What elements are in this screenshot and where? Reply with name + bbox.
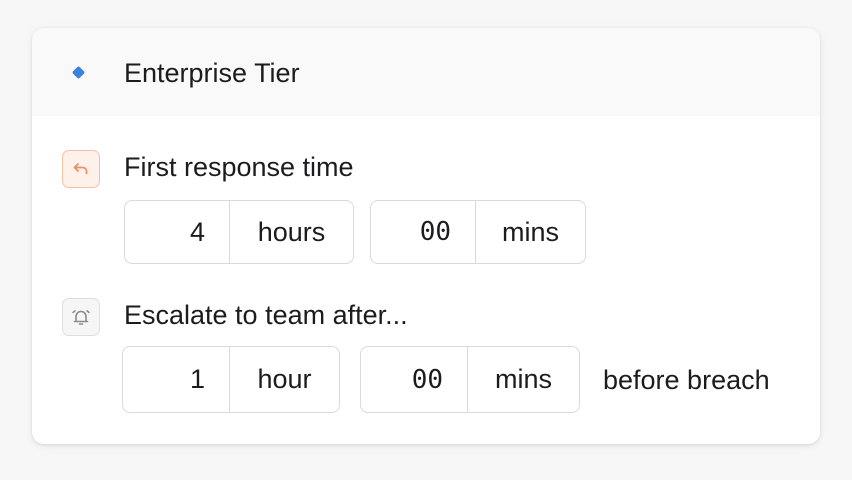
diamond-icon [72, 66, 85, 79]
escalation-label: Escalate to team after... [124, 300, 408, 330]
card-header: Enterprise Tier [32, 28, 820, 116]
first-response-minutes-input[interactable]: 00 mins [370, 200, 586, 264]
sla-policy-card: Enterprise Tier First response time 4 ho… [32, 28, 820, 444]
first-response-minutes-value[interactable]: 00 [371, 201, 476, 263]
escalation-minutes-value[interactable]: 00 [361, 347, 468, 412]
escalation-hours-value[interactable]: 1 [123, 347, 230, 412]
escalation-minutes-unit: mins [494, 364, 552, 394]
first-response-minutes-unit: mins [501, 216, 559, 247]
first-response-label: First response time [124, 152, 354, 182]
escalation-hours-input[interactable]: 1 hour [122, 346, 340, 413]
tier-title: Enterprise Tier [124, 58, 300, 88]
first-response-hours-value[interactable]: 4 [125, 201, 230, 263]
before-breach-text: before breach [603, 365, 770, 395]
first-response-hours-input[interactable]: 4 hours [124, 200, 354, 264]
reply-icon [62, 150, 100, 188]
alarm-bell-icon [62, 298, 100, 336]
escalation-hours-unit: hour [257, 364, 312, 394]
escalation-minutes-input[interactable]: 00 mins [360, 346, 580, 413]
first-response-hours-unit: hours [257, 216, 326, 247]
